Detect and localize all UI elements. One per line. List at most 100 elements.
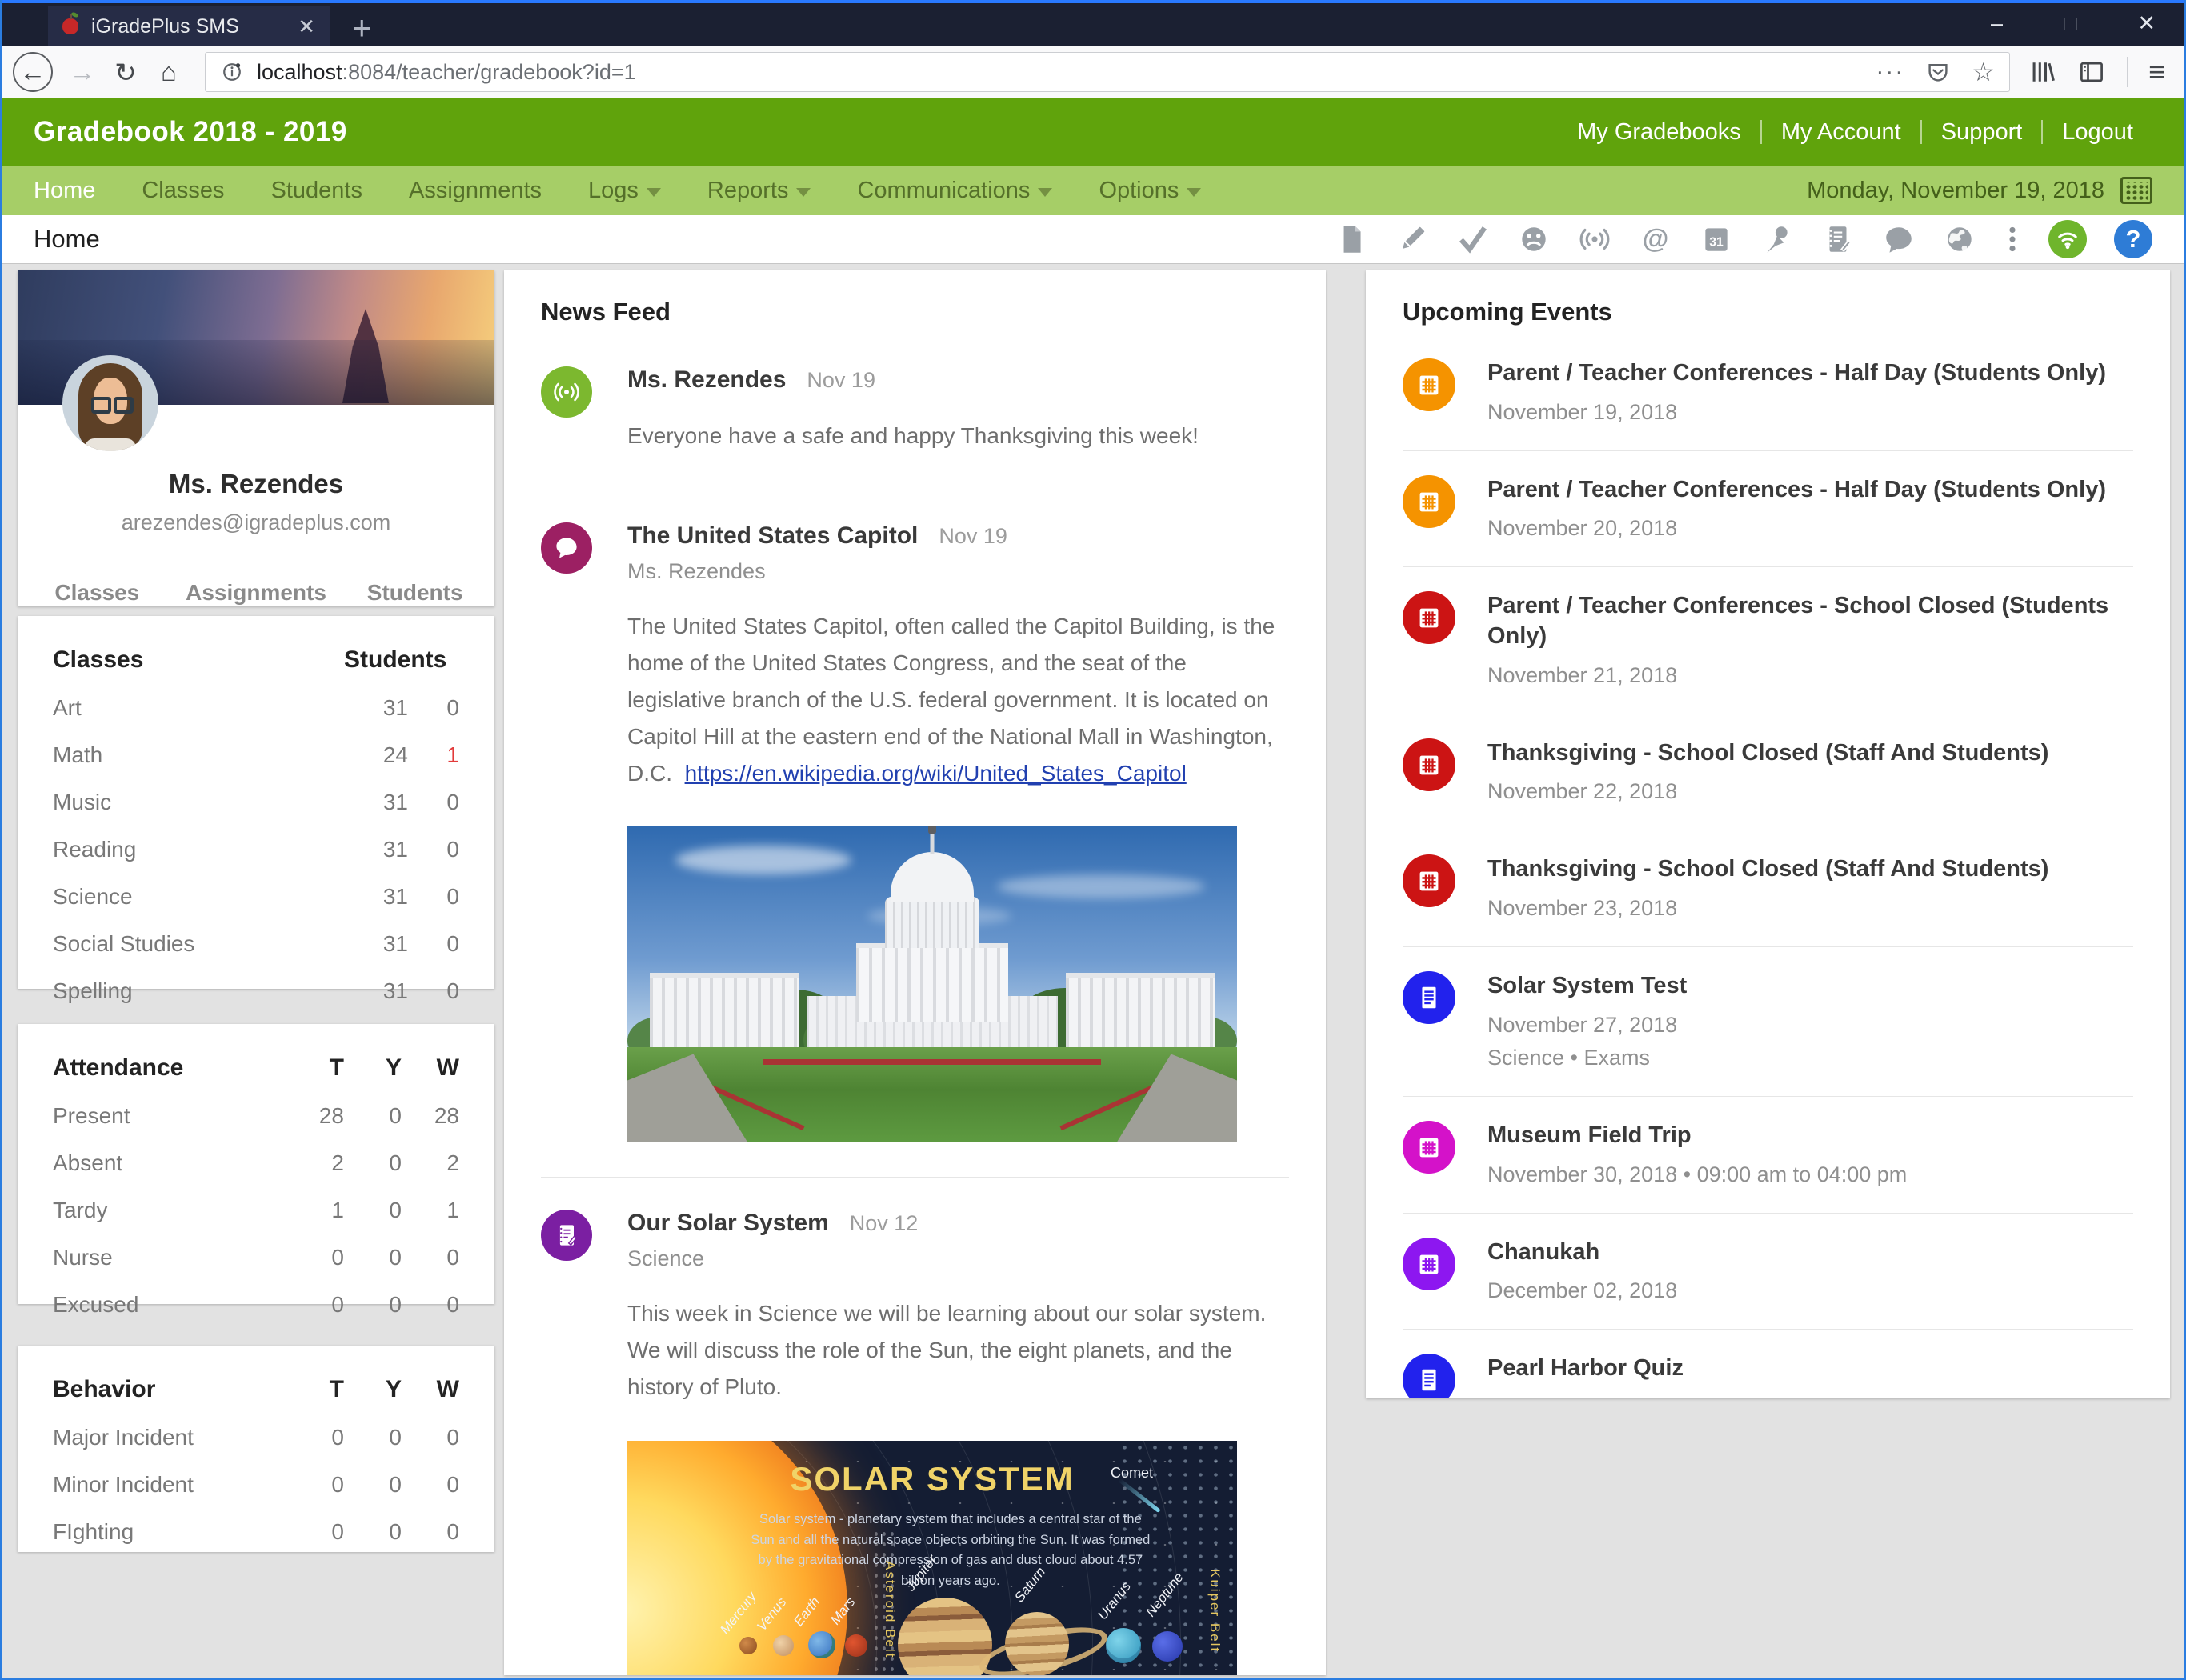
avatar[interactable] — [62, 355, 158, 451]
announcement-icon — [541, 366, 592, 418]
class-row[interactable]: Social Studies310 — [53, 931, 459, 957]
help-icon[interactable]: ? — [2114, 220, 2152, 258]
chevron-down-icon — [1187, 188, 1201, 197]
nav-options[interactable]: Options — [1099, 178, 1201, 204]
url-text[interactable]: localhost:8084/teacher/gradebook?id=1 — [257, 60, 636, 85]
nav-logs[interactable]: Logs — [588, 178, 661, 204]
toolbar-right: ≡ — [2028, 55, 2165, 89]
class-row[interactable]: Science310 — [53, 884, 459, 910]
upcoming-events-panel: Upcoming Events Parent / Teacher Confere… — [1366, 270, 2170, 1398]
support-link[interactable]: Support — [1922, 119, 2042, 146]
back-button[interactable]: ← — [13, 52, 53, 92]
class-row[interactable]: Reading310 — [53, 837, 459, 862]
chevron-down-icon — [647, 188, 661, 197]
attendance-row: Nurse000 — [53, 1245, 459, 1270]
nav-communications[interactable]: Communications — [857, 178, 1052, 204]
nav-reports[interactable]: Reports — [707, 178, 811, 204]
post-body: Everyone have a safe and happy Thanksgiv… — [627, 418, 1289, 454]
post-body: This week in Science we will be learning… — [627, 1295, 1289, 1406]
connection-status-icon[interactable] — [2048, 220, 2087, 258]
tab-title: iGradePlus SMS — [91, 15, 285, 38]
home-button[interactable]: ⌂ — [147, 50, 190, 94]
url-bar[interactable]: localhost:8084/teacher/gradebook?id=1 ··… — [205, 52, 2010, 92]
minimize-button[interactable]: – — [1960, 0, 2033, 46]
close-button[interactable]: ✕ — [2107, 0, 2186, 46]
asteroid-belt-label: Asteroid Belt — [882, 1561, 898, 1658]
post-author[interactable]: Ms. Rezendes — [627, 366, 786, 394]
nav-classes[interactable]: Classes — [142, 178, 224, 204]
announcement-broadcast-icon[interactable] — [1578, 222, 1611, 256]
event-item[interactable]: Museum Field TripNovember 30, 2018 • 09:… — [1403, 1096, 2133, 1213]
comet-label: Comet — [1111, 1465, 1153, 1482]
maximize-button[interactable]: □ — [2033, 0, 2107, 46]
url-path: :8084/teacher/gradebook?id=1 — [342, 60, 636, 84]
new-tab-button[interactable]: + — [352, 10, 372, 46]
pushpin-icon[interactable] — [1760, 222, 1794, 256]
grade-check-icon[interactable] — [1456, 222, 1490, 256]
behavior-row: FIghting000 — [53, 1519, 459, 1545]
library-icon[interactable] — [2028, 58, 2056, 86]
event-item[interactable]: ChanukahDecember 02, 2018 — [1403, 1213, 2133, 1330]
event-item[interactable]: Parent / Teacher Conferences - School Cl… — [1403, 566, 2133, 713]
behavior-card: Behavior TYW Major Incident000 Minor Inc… — [18, 1346, 494, 1552]
nav-assignments[interactable]: Assignments — [409, 178, 542, 204]
wikipedia-link[interactable]: https://en.wikipedia.org/wiki/United_Sta… — [685, 761, 1187, 786]
menu-icon[interactable]: ≡ — [2148, 55, 2165, 89]
page-actions-icon[interactable]: ··· — [1876, 58, 1904, 86]
browser-titlebar: iGradePlus SMS ✕ + – □ ✕ — [0, 0, 2186, 46]
logout-link[interactable]: Logout — [2043, 119, 2152, 146]
attendance-row: Tardy101 — [53, 1198, 459, 1223]
tab-close-icon[interactable]: ✕ — [298, 16, 315, 37]
calendar-31-icon[interactable]: 31 — [1700, 222, 1733, 256]
event-item[interactable]: Pearl Harbor QuizDecember 06, 2018Social… — [1403, 1329, 2133, 1398]
class-row[interactable]: Spelling310 — [53, 978, 459, 1004]
header-links: My Gradebooks My Account Support Logout — [1558, 119, 2152, 146]
class-row[interactable]: Art310 — [53, 695, 459, 721]
nav-students[interactable]: Students — [271, 178, 362, 204]
teacher-name: Ms. Rezendes — [18, 469, 494, 499]
event-item[interactable]: Parent / Teacher Conferences - Half Day … — [1403, 450, 2133, 567]
news-post: The United States Capitol Nov 19 Ms. Rez… — [541, 490, 1289, 1178]
class-row[interactable]: Math241 — [53, 742, 459, 768]
notebook-icon[interactable] — [1821, 222, 1855, 256]
bookmark-star-icon[interactable]: ☆ — [1972, 57, 1995, 87]
pocket-icon[interactable] — [1925, 59, 1951, 85]
event-item[interactable]: Thanksgiving - School Closed (Staff And … — [1403, 714, 2133, 830]
event-calendar-icon — [1403, 738, 1455, 791]
kuiper-belt-label: Kuiper Belt — [1207, 1569, 1223, 1653]
behavior-card-title: Behavior — [53, 1376, 286, 1403]
my-account-link[interactable]: My Account — [1762, 119, 1920, 146]
nav-home[interactable]: Home — [34, 178, 95, 204]
class-row[interactable]: Music310 — [53, 790, 459, 815]
page-title: Home — [34, 225, 100, 254]
attendance-row: Present28028 — [53, 1103, 459, 1129]
message-bubble-icon[interactable] — [1882, 222, 1916, 256]
new-document-icon[interactable] — [1335, 222, 1368, 256]
behavior-sad-face-icon[interactable] — [1517, 222, 1551, 256]
app-header: Gradebook 2018 - 2019 My Gradebooks My A… — [0, 98, 2186, 166]
more-options-kebab-icon[interactable] — [2004, 222, 2021, 256]
event-item[interactable]: Thanksgiving - School Closed (Staff And … — [1403, 830, 2133, 946]
reload-button[interactable]: ↻ — [104, 50, 147, 94]
event-test-icon — [1403, 971, 1455, 1024]
post-title[interactable]: Our Solar System — [627, 1210, 829, 1237]
edit-pencil-icon[interactable] — [1395, 222, 1429, 256]
note-icon — [541, 1210, 592, 1261]
window-accent-line — [0, 0, 2186, 3]
post-title[interactable]: The United States Capitol — [627, 522, 918, 550]
event-item[interactable]: Parent / Teacher Conferences - Half Day … — [1403, 334, 2133, 450]
teacher-email: arezendes@igradeplus.com — [18, 510, 494, 535]
my-gradebooks-link[interactable]: My Gradebooks — [1558, 119, 1760, 146]
message-icon — [541, 522, 592, 574]
sidebar-toggle-icon[interactable] — [2077, 58, 2106, 86]
browser-tab[interactable]: iGradePlus SMS ✕ — [48, 6, 330, 46]
event-calendar-icon — [1403, 358, 1455, 411]
globe-icon[interactable] — [1943, 222, 1976, 256]
url-host: localhost — [257, 60, 342, 84]
email-at-icon[interactable]: @ — [1639, 222, 1672, 256]
forward-button[interactable]: → — [61, 50, 104, 94]
calendar-icon[interactable] — [2120, 177, 2152, 204]
site-info-icon[interactable] — [220, 60, 244, 84]
event-item[interactable]: Solar System TestNovember 27, 2018Scienc… — [1403, 946, 2133, 1096]
event-calendar-icon — [1403, 475, 1455, 528]
